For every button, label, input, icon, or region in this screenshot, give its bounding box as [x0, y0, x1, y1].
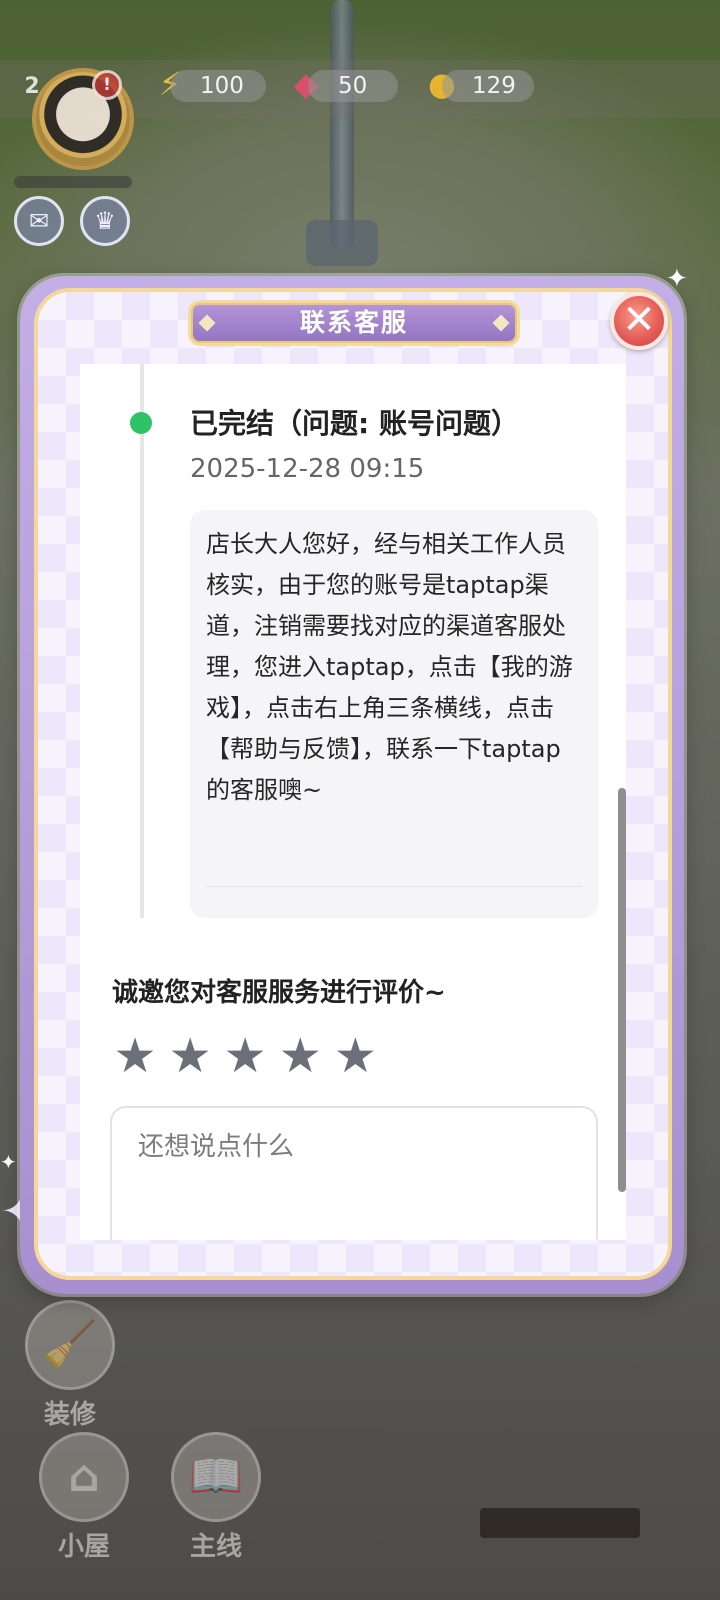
timeline-line	[140, 364, 144, 918]
dialog-title: 联系客服	[299, 308, 408, 337]
player-level: 2	[24, 74, 40, 99]
nav-decorate[interactable]: 🧹 装修	[22, 1300, 118, 1431]
broom-icon: 🧹	[25, 1300, 115, 1390]
energy-counter: 100	[170, 70, 266, 102]
house-icon: ⌂	[39, 1432, 129, 1522]
lamp-post	[330, 0, 354, 250]
star-rating: ★ ★ ★ ★ ★	[110, 1028, 380, 1084]
star-3-icon[interactable]: ★	[220, 1028, 270, 1084]
scrollbar-thumb[interactable]	[618, 788, 626, 1192]
ticket-status: 已完结（问题: 账号问题）	[190, 407, 519, 440]
reply-divider	[206, 886, 582, 887]
mail-button[interactable]: ✉	[14, 196, 64, 246]
nav-decorate-label: 装修	[43, 1400, 96, 1430]
experience-bar	[14, 176, 132, 188]
ticket-scroll-area[interactable]: 已完结（问题: 账号问题） 2025-12-28 09:15 店长大人您好，经与…	[80, 364, 626, 1240]
ticket-timestamp: 2025-12-28 09:15	[190, 454, 425, 484]
avatar-notification-badge: !	[92, 70, 122, 100]
wardrobe-button[interactable]: ♛	[80, 196, 130, 246]
shirt-icon: ♛	[94, 207, 116, 235]
nav-house-label: 小屋	[57, 1532, 110, 1562]
nav-mainline-label: 主线	[189, 1532, 242, 1562]
book-icon: 📖	[171, 1432, 261, 1522]
bench-decoration	[480, 1508, 640, 1538]
close-button[interactable]: ✕	[610, 292, 668, 350]
nav-house[interactable]: ⌂ 小屋	[36, 1432, 132, 1563]
coin-counter: 129	[442, 70, 534, 102]
close-icon: ✕	[622, 297, 656, 343]
star-1-icon[interactable]: ★	[110, 1028, 160, 1084]
star-4-icon[interactable]: ★	[275, 1028, 325, 1084]
lamp-post-base	[306, 220, 378, 266]
nav-mainline[interactable]: 📖 主线	[168, 1432, 264, 1563]
comment-input[interactable]	[110, 1106, 598, 1240]
sparkle-icon: ✦	[0, 1150, 17, 1174]
support-reply-text: 店长大人您好，经与相关工作人员核实，由于您的账号是taptap渠道，注销需要找对…	[206, 530, 573, 804]
star-5-icon[interactable]: ★	[330, 1028, 380, 1084]
mail-icon: ✉	[28, 207, 50, 235]
star-2-icon[interactable]: ★	[165, 1028, 215, 1084]
support-reply-card: 店长大人您好，经与相关工作人员核实，由于您的账号是taptap渠道，注销需要找对…	[190, 510, 598, 918]
rating-prompt: 诚邀您对客服服务进行评价~	[112, 978, 446, 1008]
status-dot-icon	[130, 412, 152, 434]
dialog-title-banner: 联系客服	[188, 300, 520, 346]
gem-counter: 50	[308, 70, 398, 102]
